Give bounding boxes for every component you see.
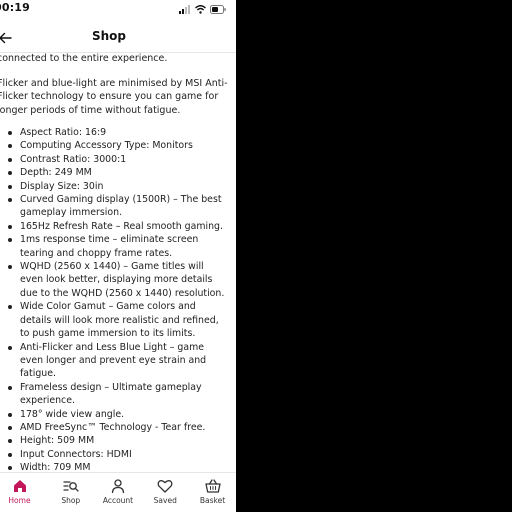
- spec-item: 178° wide view angle.: [0, 408, 228, 421]
- heart-icon: [142, 478, 189, 494]
- status-bar: 00:19: [0, 0, 236, 20]
- tab-shop[interactable]: Shop: [47, 473, 94, 505]
- spec-item: Height: 509 MM: [0, 434, 228, 447]
- bottom-tab-bar: Home Shop Account Saved Basket: [0, 472, 236, 512]
- spec-item: AMD FreeSync™ Technology - Tear free.: [0, 421, 228, 434]
- tab-label: Account: [102, 496, 134, 505]
- status-icons: [179, 2, 226, 14]
- spec-item: Contrast Ratio: 3000:1: [0, 153, 228, 166]
- tab-saved[interactable]: Saved: [142, 473, 189, 505]
- tab-account[interactable]: Account: [95, 473, 142, 505]
- spec-item: Display Size: 30in: [0, 180, 228, 193]
- spec-item: Width: 709 MM: [0, 461, 228, 472]
- signal-icon: [179, 0, 191, 18]
- tab-home[interactable]: Home: [0, 473, 43, 505]
- spec-item: Anti-Flicker and Less Blue Light – game …: [0, 341, 228, 381]
- spec-item: Curved Gaming display (1500R) – The best…: [0, 193, 228, 220]
- description-paragraph: connected to the entire experience.: [0, 53, 168, 64]
- tab-basket[interactable]: Basket: [189, 473, 236, 505]
- wifi-icon: [195, 0, 206, 18]
- person-icon: [95, 478, 142, 494]
- spec-item: 165Hz Refresh Rate – Real smooth gaming.: [0, 220, 228, 233]
- tab-label: Basket: [199, 496, 226, 505]
- spec-item: Input Connectors: HDMI: [0, 448, 228, 461]
- spec-list: Aspect Ratio: 16:9 Computing Accessory T…: [0, 126, 236, 472]
- home-icon: [0, 478, 43, 494]
- tab-label: Shop: [61, 496, 81, 505]
- shop-search-icon: [47, 478, 94, 494]
- spec-item: WQHD (2560 x 1440) – Game titles will ev…: [0, 260, 228, 300]
- spec-item: Depth: 249 MM: [0, 166, 228, 179]
- description-paragraph: Flicker and blue-light are minimised by …: [0, 77, 228, 116]
- spec-item: Aspect Ratio: 16:9: [0, 126, 228, 139]
- spec-item: Wide Color Gamut – Game colors and detai…: [0, 300, 228, 340]
- tab-label: Home: [8, 496, 31, 505]
- page-title: Shop: [91, 29, 127, 43]
- spec-item: Computing Accessory Type: Monitors: [0, 139, 228, 152]
- spec-item: 1ms response time – eliminate screen tea…: [0, 233, 228, 260]
- status-time: 00:19: [0, 1, 31, 14]
- spec-item: Frameless design – Ultimate gameplay exp…: [0, 381, 228, 408]
- phone-screen: 00:19: [0, 0, 236, 512]
- product-description: connected to the entire experience. Flic…: [0, 52, 236, 472]
- app-header: Shop: [0, 22, 236, 53]
- basket-icon: [189, 478, 236, 494]
- battery-icon: [210, 0, 226, 18]
- tab-label: Saved: [153, 496, 177, 505]
